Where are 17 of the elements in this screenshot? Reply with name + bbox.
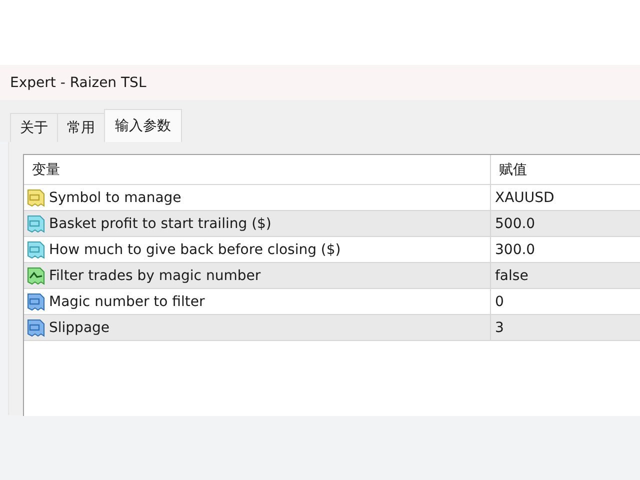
tab[interactable]: 关于 — [10, 113, 58, 142]
tab[interactable]: 输入参数 — [104, 109, 182, 142]
parameter-name: Filter trades by magic number — [49, 268, 261, 284]
window-title: Expert - Raizen TSL — [10, 74, 146, 90]
parameter-value[interactable]: XAUUSD — [495, 190, 554, 206]
parameter-name: Slippage — [49, 320, 110, 336]
parameter-name: Symbol to manage — [49, 190, 182, 206]
column-header[interactable]: 赋值 — [490, 155, 640, 184]
parameter-value[interactable]: 300.0 — [495, 242, 536, 258]
parameter-name: How much to give back before closing ($) — [49, 242, 341, 258]
parameter-value[interactable]: 500.0 — [495, 216, 536, 232]
parameter-name: Basket profit to start trailing ($) — [49, 216, 272, 232]
parameter-value[interactable]: 0 — [495, 294, 504, 310]
column-header[interactable]: 变量 — [24, 155, 490, 184]
parameter-value[interactable]: false — [495, 268, 528, 284]
parameter-value[interactable]: 3 — [495, 320, 504, 336]
parameter-name: Magic number to filter — [49, 294, 205, 310]
